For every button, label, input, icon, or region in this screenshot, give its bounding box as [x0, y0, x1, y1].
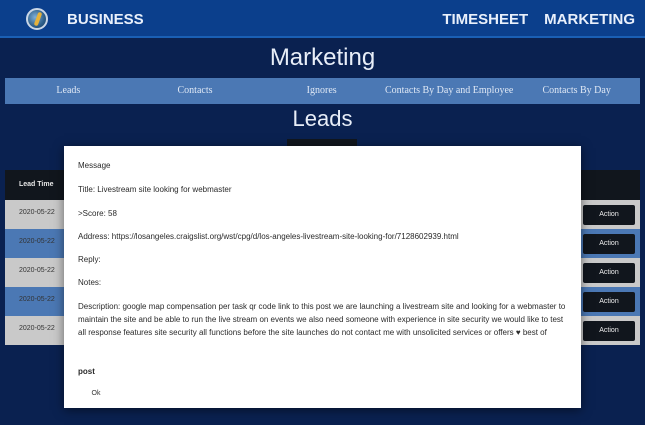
modal-address: Address: https://losangeles.craigslist.o…: [78, 232, 459, 241]
tab-leads[interactable]: Leads: [5, 78, 132, 104]
modal-heading: Message: [78, 161, 111, 170]
row-date: 2020-05-22: [19, 238, 55, 245]
row-date: 2020-05-22: [19, 267, 55, 274]
nav-link-timesheet[interactable]: TIMESHEET: [442, 11, 528, 28]
tab-contacts-by-day-and-employee[interactable]: Contacts By Day and Employee: [385, 78, 513, 104]
nav-link-marketing[interactable]: MARKETING: [544, 11, 635, 28]
message-modal: Message Title: Livestream site looking f…: [64, 146, 581, 408]
modal-reply: Reply:: [78, 255, 101, 264]
row-date: 2020-05-22: [19, 325, 55, 332]
row-date: 2020-05-22: [19, 209, 55, 216]
page-title: Marketing: [269, 44, 376, 71]
row-action-button[interactable]: Action: [583, 263, 635, 283]
logo-icon[interactable]: [26, 8, 48, 30]
modal-title: Title: Livestream site looking for webma…: [78, 185, 232, 194]
tab-contacts[interactable]: Contacts: [132, 78, 259, 104]
tab-bar: Leads Contacts Ignores Contacts By Day a…: [5, 78, 640, 104]
row-action-button[interactable]: Action: [583, 234, 635, 254]
top-navbar: BUSINESS TIMESHEET MARKETING: [0, 0, 645, 38]
tab-ignores[interactable]: Ignores: [258, 78, 385, 104]
modal-score: >Score: 58: [78, 209, 117, 218]
modal-notes: Notes:: [78, 278, 102, 287]
modal-description: Description: google map compensation per…: [78, 302, 566, 337]
row-action-button[interactable]: Action: [583, 292, 635, 312]
row-action-button[interactable]: Action: [583, 321, 635, 341]
brand-link[interactable]: BUSINESS: [67, 11, 144, 28]
row-action-button[interactable]: Action: [583, 205, 635, 225]
row-date: 2020-05-22: [19, 296, 55, 303]
ok-button[interactable]: Ok: [84, 386, 108, 402]
nav-links: TIMESHEET MARKETING: [442, 11, 635, 28]
modal-post: post: [78, 367, 95, 376]
section-title: Leads: [292, 106, 353, 131]
tab-contacts-by-day[interactable]: Contacts By Day: [513, 78, 640, 104]
